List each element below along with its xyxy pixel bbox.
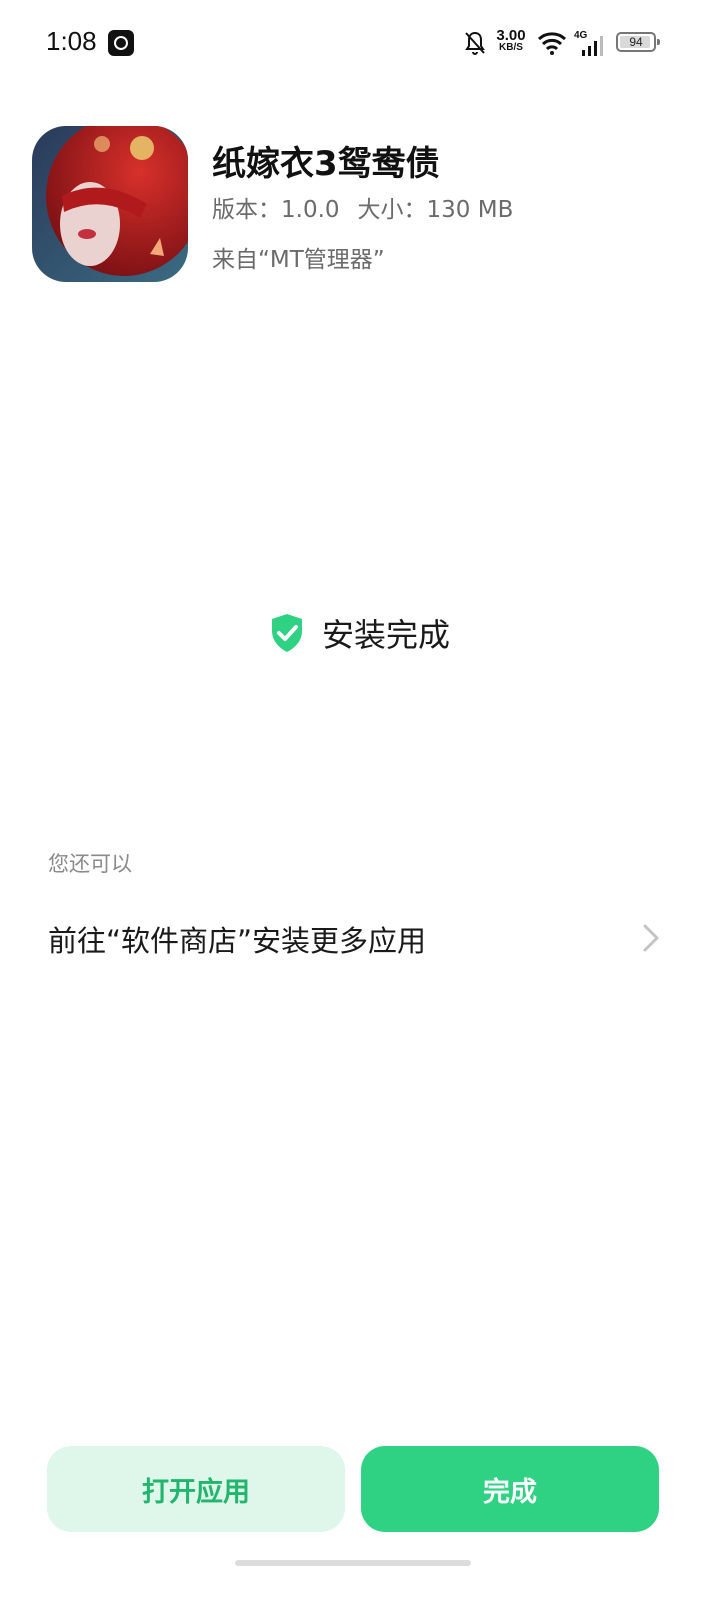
wifi-icon xyxy=(537,32,567,55)
shield-check-icon xyxy=(271,614,302,652)
app-title: 纸嫁衣3鸳鸯债 xyxy=(212,144,440,184)
chevron-right-icon xyxy=(643,924,659,952)
open-app-button[interactable]: 打开应用 xyxy=(47,1446,345,1532)
app-size: 大小：130 MB xyxy=(357,197,514,223)
status-bar: 1:08 3.00 KB/S 4G 94 xyxy=(0,0,720,86)
install-status-text: 安装完成 xyxy=(321,616,450,654)
signal-icon: 4G xyxy=(574,30,606,56)
net-speed-value: 3.00 xyxy=(496,27,526,44)
home-indicator[interactable] xyxy=(235,1560,471,1566)
status-time: 1:08 xyxy=(46,26,97,56)
install-status: 安装完成 xyxy=(0,610,720,656)
suggestions-label: 您还可以 xyxy=(48,852,132,876)
net-speed: 3.00 KB/S xyxy=(494,28,528,53)
app-icon xyxy=(32,126,188,282)
battery-icon: 94 xyxy=(616,32,660,52)
bell-muted-icon xyxy=(465,31,485,55)
app-source: 来自“MT管理器” xyxy=(212,247,385,273)
suggestion-app-store-text: 前往“软件商店”安装更多应用 xyxy=(48,924,427,958)
app-notification-icon xyxy=(108,30,134,56)
suggestion-app-store-row[interactable]: 前往“软件商店”安装更多应用 xyxy=(0,900,720,976)
app-version: 版本：1.0.0 xyxy=(212,197,340,223)
done-button[interactable]: 完成 xyxy=(361,1446,659,1532)
app-meta: 版本：1.0.0 大小：130 MB xyxy=(212,190,513,224)
battery-level-text: 94 xyxy=(629,35,643,49)
net-speed-unit: KB/S xyxy=(499,42,523,53)
